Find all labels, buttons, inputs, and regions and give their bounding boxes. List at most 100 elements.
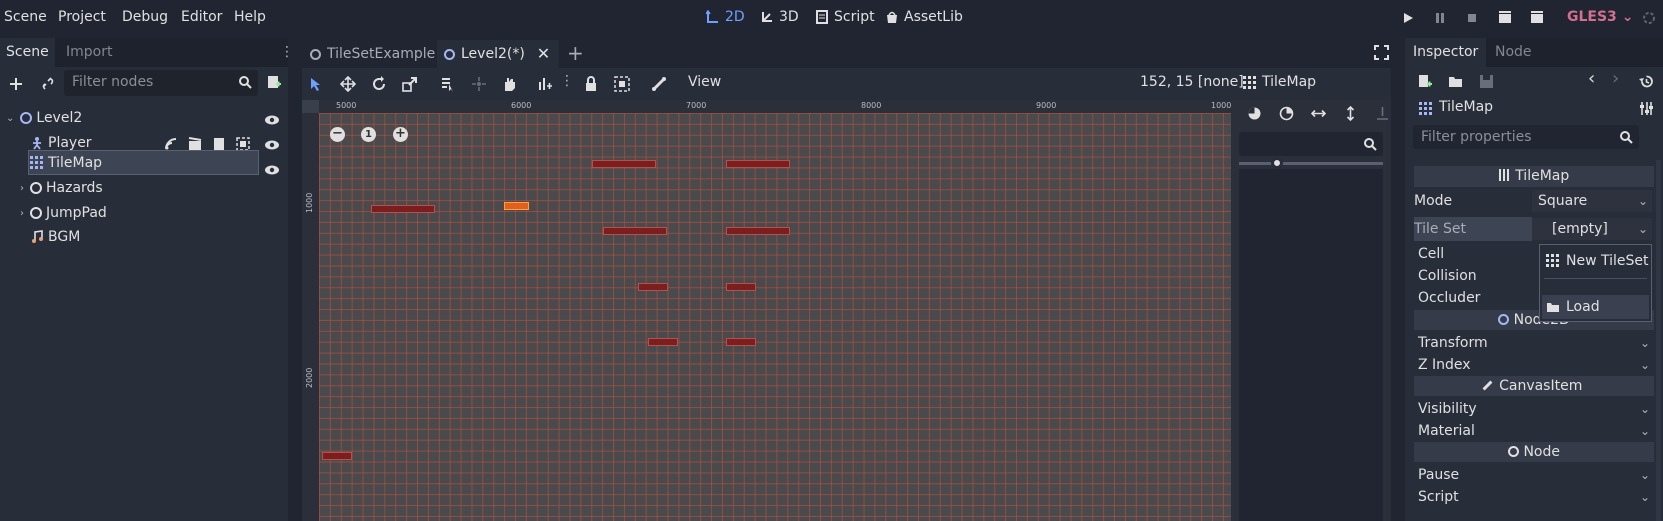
object-properties-icon[interactable]	[1639, 101, 1654, 116]
workspace-2d-button[interactable]: 2D	[706, 9, 745, 25]
dock-menu-icon[interactable]: ⋮	[280, 44, 294, 60]
tab-inspector[interactable]: Inspector	[1405, 38, 1487, 67]
tilemap-icon	[1419, 102, 1432, 115]
skeleton-icon[interactable]	[651, 76, 667, 92]
play-custom-scene-icon[interactable]	[1529, 10, 1545, 26]
tile-sprite	[371, 205, 435, 213]
history-back-icon[interactable]: ‹	[1588, 68, 1595, 89]
chevron-right-icon[interactable]: ›	[20, 208, 24, 219]
tree-item-bgm[interactable]: BGM	[30, 225, 230, 249]
pan-mode-icon[interactable]	[501, 76, 517, 92]
tree-item-level2[interactable]: ⌄ Level2	[6, 106, 286, 130]
visibility-eye-icon[interactable]	[264, 112, 280, 128]
script-icon[interactable]	[212, 137, 226, 151]
instance-scene-icon[interactable]	[40, 76, 56, 92]
renderer-selector[interactable]: GLES3 ⌄	[1567, 9, 1633, 25]
history-forward-icon[interactable]: ›	[1612, 68, 1619, 89]
tab-level2[interactable]: Level2(*) ✕	[444, 40, 550, 68]
flip-vertical-icon[interactable]	[1343, 106, 1358, 121]
tilemap-menu[interactable]: TileMap	[1262, 74, 1316, 90]
group-icon[interactable]	[614, 76, 630, 92]
pause-icon[interactable]	[1432, 10, 1448, 26]
close-icon[interactable]: ✕	[537, 40, 550, 68]
rotate-right-icon[interactable]	[1279, 106, 1294, 121]
menu-item-label: Load	[1566, 299, 1600, 315]
group-transform[interactable]: Transform ⌄	[1414, 332, 1654, 354]
tab-import[interactable]: Import	[60, 38, 118, 67]
filter-properties-input[interactable]: Filter properties	[1413, 125, 1639, 149]
filter-nodes-input[interactable]: Filter nodes	[64, 70, 258, 96]
menu-editor[interactable]: Editor	[181, 9, 222, 25]
horizontal-ruler: 5000 6000 7000 8000 9000 10000	[302, 100, 1231, 113]
scale-mode-icon[interactable]	[402, 76, 418, 92]
canvas-toolbar: ⋮ View 152, 15 [none] TileMap	[302, 68, 1391, 100]
lock-icon[interactable]	[583, 76, 599, 92]
snap-menu-icon[interactable]: ⋮	[560, 73, 574, 89]
open-scene-icon[interactable]	[188, 137, 202, 151]
rotate-left-icon[interactable]	[1247, 106, 1262, 121]
save-icon[interactable]	[1479, 74, 1494, 89]
rotate-mode-icon[interactable]	[371, 76, 387, 92]
view-menu[interactable]: View	[688, 74, 721, 90]
tile-size-slider[interactable]	[1239, 162, 1383, 165]
tab-scene[interactable]: Scene	[0, 38, 55, 67]
zoom-in-icon[interactable]: +	[393, 127, 408, 142]
chevron-right-icon[interactable]: ›	[20, 183, 24, 194]
open-folder-icon[interactable]	[1448, 74, 1463, 89]
chevron-down-icon[interactable]: ⌄	[6, 113, 14, 124]
menu-project[interactable]: Project	[58, 9, 106, 25]
tree-item-jumppad[interactable]: › JumpPad	[20, 201, 220, 225]
tab-node[interactable]: Node	[1487, 38, 1540, 67]
visibility-eye-icon[interactable]	[264, 162, 280, 178]
group-visibility[interactable]: Visibility ⌄	[1414, 398, 1654, 420]
group-z-index[interactable]: Z Index ⌄	[1414, 354, 1654, 376]
section-canvasitem[interactable]: CanvasItem	[1414, 376, 1654, 396]
pivot-mode-icon[interactable]	[471, 76, 487, 92]
section-node[interactable]: Node	[1414, 442, 1654, 462]
tilemap-canvas[interactable]: − 1 +	[319, 113, 1231, 521]
workspace-assetlib-button[interactable]: AssetLib	[885, 9, 963, 25]
add-tab-icon[interactable]: +	[567, 41, 584, 65]
add-node-icon[interactable]	[8, 76, 24, 92]
inspected-object-name[interactable]: TileMap	[1439, 99, 1493, 115]
kinematic-body-icon	[33, 137, 41, 150]
menu-item-new-tileset[interactable]: New TileSet	[1546, 250, 1649, 272]
menu-help[interactable]: Help	[234, 9, 266, 25]
signals-icon[interactable]	[164, 137, 178, 151]
tree-item-hazards[interactable]: › Hazards	[20, 176, 220, 200]
tab-tilesetexample[interactable]: TileSetExample	[310, 40, 435, 68]
flip-horizontal-icon[interactable]	[1311, 106, 1326, 121]
distraction-free-icon[interactable]	[1374, 45, 1389, 60]
stop-icon[interactable]	[1464, 10, 1480, 26]
tree-item-tilemap[interactable]: TileMap	[30, 151, 230, 175]
zoom-out-icon[interactable]: −	[330, 127, 345, 142]
snap-options-icon[interactable]	[538, 76, 554, 92]
tile-filter-input[interactable]	[1239, 132, 1383, 156]
menu-item-load[interactable]: Load	[1546, 296, 1600, 318]
select-mode-icon[interactable]	[308, 76, 324, 92]
inspector-scrollbar[interactable]	[1656, 160, 1661, 521]
clear-transform-icon[interactable]	[1375, 106, 1390, 121]
group-icon[interactable]	[236, 137, 250, 151]
section-tilemap[interactable]: TileMap	[1414, 166, 1654, 187]
tileset-resource-picker[interactable]: [empty] ⌄	[1532, 218, 1652, 240]
visibility-eye-icon[interactable]	[264, 137, 280, 153]
menu-debug[interactable]: Debug	[122, 9, 168, 25]
move-mode-icon[interactable]	[340, 76, 356, 92]
tile-size-slider-handle[interactable]	[1271, 157, 1283, 169]
group-material[interactable]: Material ⌄	[1414, 420, 1654, 442]
group-pause[interactable]: Pause ⌄	[1414, 464, 1654, 486]
list-select-icon[interactable]	[440, 76, 456, 92]
new-resource-icon[interactable]	[1417, 74, 1432, 89]
history-icon[interactable]	[1639, 74, 1654, 89]
play-icon[interactable]	[1400, 10, 1416, 26]
group-script[interactable]: Script ⌄	[1414, 486, 1654, 508]
workspace-script-button[interactable]: Script	[815, 9, 875, 25]
menu-scene[interactable]: Scene	[4, 9, 47, 25]
workspace-3d-button[interactable]: 3D	[760, 9, 799, 25]
mode-select[interactable]: Square ⌄	[1532, 190, 1652, 212]
attach-script-icon[interactable]	[266, 74, 282, 90]
zoom-reset-button[interactable]: 1	[361, 127, 376, 142]
play-scene-icon[interactable]	[1497, 10, 1513, 26]
tile-list[interactable]	[1239, 169, 1383, 521]
